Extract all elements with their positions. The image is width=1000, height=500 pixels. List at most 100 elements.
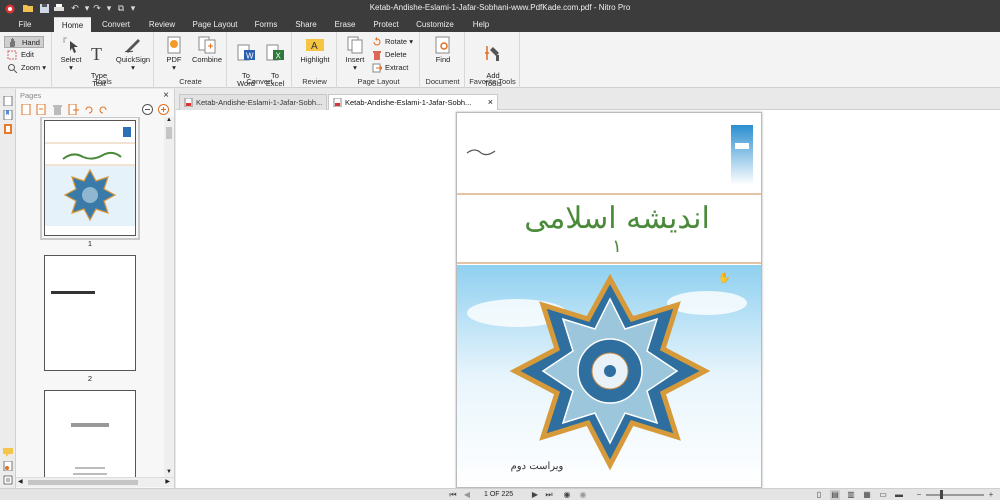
first-page-icon[interactable]: ⏮ bbox=[448, 490, 458, 500]
title-bar: ↶ ▾ ↷ ▾ ⧉ ▾ Ketab-Andishe-Eslami-1-Jafar… bbox=[0, 0, 1000, 17]
extract-button[interactable]: Extract bbox=[371, 62, 408, 74]
close-icon[interactable]: × bbox=[163, 90, 169, 101]
scrollbar-thumb[interactable] bbox=[166, 127, 172, 139]
zoom-out-icon[interactable]: − bbox=[914, 490, 924, 500]
convert-group: W To Word X To Excel Convert bbox=[228, 32, 292, 88]
signatures-icon[interactable] bbox=[3, 461, 13, 471]
previous-page-icon[interactable]: ◀ bbox=[462, 490, 472, 500]
cover-thumbnail-image bbox=[45, 121, 135, 235]
scroll-up-icon[interactable]: ▲ bbox=[164, 117, 174, 125]
hand-icon bbox=[10, 38, 15, 47]
blank-page-thumbnail-image bbox=[45, 256, 135, 370]
zoom-out-icon[interactable] bbox=[142, 104, 153, 115]
hand-tool-button[interactable]: Hand bbox=[4, 36, 44, 48]
zoom-tool-button[interactable]: Zoom ▾ bbox=[4, 62, 49, 74]
select-button[interactable]: Select ▾ bbox=[57, 36, 85, 72]
tools-group-label: Tools bbox=[94, 77, 112, 86]
edit-label: Edit bbox=[21, 50, 34, 59]
hand-cursor-icon: ✋ bbox=[718, 273, 731, 284]
rotate-left-icon[interactable] bbox=[83, 104, 94, 115]
rotate-right-icon[interactable] bbox=[98, 104, 109, 115]
scroll-left-icon[interactable]: ◀ bbox=[18, 478, 23, 485]
status-bar: ⏮ ◀ 1 OF 225 ▶ ⏭ ◉ ◉ ▯ ▤ ▥ ▦ ▭ ▬ − + bbox=[0, 488, 1000, 500]
tab-page-layout[interactable]: Page Layout bbox=[186, 17, 244, 32]
create-group: PDF ▾ Combine Create bbox=[155, 32, 227, 88]
highlight-button[interactable]: A Highlight bbox=[295, 36, 335, 64]
thumbnails-horizontal-scrollbar[interactable]: ◀ ▶ bbox=[16, 477, 174, 487]
page-thumbnail-2[interactable] bbox=[44, 255, 136, 371]
scroll-down-icon[interactable]: ▼ bbox=[164, 469, 174, 477]
book-cover-image bbox=[457, 113, 761, 487]
document-view[interactable]: اندیشه اسلامی ۱ ویراست دوم ✋ bbox=[176, 110, 1000, 488]
create-pdf-button[interactable]: PDF ▾ bbox=[161, 36, 187, 72]
document-tab-1[interactable]: Ketab-Andishe-Eslami-1-Jafar-Sobh... bbox=[179, 94, 327, 110]
insert-page-before-icon[interactable] bbox=[21, 104, 32, 115]
scrollbar-thumb[interactable] bbox=[28, 480, 138, 485]
single-page-view-icon[interactable]: ▯ bbox=[814, 490, 824, 500]
zoom-slider[interactable] bbox=[926, 490, 984, 499]
insert-page-after-icon[interactable] bbox=[36, 104, 47, 115]
extract-page-icon[interactable] bbox=[68, 104, 79, 115]
continuous-view-icon[interactable]: ▤ bbox=[830, 490, 840, 500]
facing-view-icon[interactable]: ▥ bbox=[846, 490, 856, 500]
thumbnails-vertical-scrollbar[interactable]: ▲ ▼ bbox=[164, 117, 174, 477]
next-view-icon[interactable]: ◉ bbox=[578, 490, 588, 500]
pages-panel-icon[interactable] bbox=[3, 96, 13, 106]
add-tools-icon bbox=[485, 46, 499, 61]
find-button[interactable]: Find bbox=[427, 36, 459, 64]
tab-protect[interactable]: Protect bbox=[366, 17, 406, 32]
quicksign-label: QuickSign bbox=[115, 55, 151, 64]
attachments-icon[interactable] bbox=[3, 124, 13, 134]
word-icon: W bbox=[237, 44, 255, 61]
close-tab-icon[interactable]: × bbox=[488, 95, 493, 110]
bookmarks-icon[interactable] bbox=[3, 110, 13, 120]
delete-button[interactable]: Delete bbox=[371, 49, 407, 61]
favorite-tools-group: Add Tools Favorite Tools bbox=[466, 32, 520, 88]
pdf-page[interactable]: اندیشه اسلامی ۱ ویراست دوم bbox=[456, 112, 762, 488]
page-thumbnail-3[interactable] bbox=[44, 390, 136, 477]
tab-customize[interactable]: Customize bbox=[410, 17, 460, 32]
quicksign-button[interactable]: QuickSign ▾ bbox=[113, 36, 153, 72]
page-number-label: 2 bbox=[87, 374, 93, 383]
document-tab-label: Ketab-Andishe-Eslami-1-Jafar-Sobh... bbox=[196, 98, 323, 107]
extract-label: Extract bbox=[385, 63, 409, 72]
tab-review[interactable]: Review bbox=[142, 17, 182, 32]
fit-width-icon[interactable]: ▬ bbox=[894, 490, 904, 500]
zoom-in-icon[interactable] bbox=[158, 104, 169, 115]
next-page-icon[interactable]: ▶ bbox=[530, 490, 540, 500]
layers-icon[interactable] bbox=[3, 475, 13, 485]
review-group: A Highlight Review bbox=[293, 32, 337, 88]
tab-home[interactable]: Home bbox=[54, 17, 91, 32]
find-label: Find bbox=[435, 55, 451, 64]
tab-convert[interactable]: Convert bbox=[94, 17, 138, 32]
extract-icon bbox=[372, 63, 382, 73]
fit-page-icon[interactable]: ▭ bbox=[878, 490, 888, 500]
menu-file[interactable]: File bbox=[4, 17, 46, 32]
page-layout-group-label: Page Layout bbox=[357, 77, 400, 86]
svg-text:A: A bbox=[311, 41, 318, 52]
previous-view-icon[interactable]: ◉ bbox=[562, 490, 572, 500]
zoom-slider-handle[interactable] bbox=[940, 490, 943, 499]
insert-button[interactable]: Insert ▾ bbox=[340, 36, 370, 72]
tab-share[interactable]: Share bbox=[288, 17, 324, 32]
last-page-icon[interactable]: ⏭ bbox=[544, 490, 554, 500]
document-group: Find Document bbox=[421, 32, 465, 88]
document-group-label: Document bbox=[425, 77, 460, 86]
scroll-right-icon[interactable]: ▶ bbox=[165, 478, 170, 485]
continuous-facing-view-icon[interactable]: ▦ bbox=[862, 490, 872, 500]
rotate-button[interactable]: Rotate ▾ bbox=[371, 36, 413, 48]
tab-forms[interactable]: Forms bbox=[248, 17, 284, 32]
page-thumbnail-1[interactable] bbox=[40, 117, 140, 240]
zoom-in-icon[interactable]: + bbox=[986, 490, 996, 500]
edit-tool-button[interactable]: Edit bbox=[4, 49, 37, 61]
comments-icon[interactable] bbox=[3, 447, 13, 457]
tab-erase[interactable]: Erase bbox=[328, 17, 362, 32]
menu-bar: File Home Convert Review Page Layout For… bbox=[0, 17, 1000, 32]
svg-text:X: X bbox=[276, 52, 282, 61]
combine-button[interactable]: Combine bbox=[189, 36, 225, 64]
tab-help[interactable]: Help bbox=[464, 17, 498, 32]
document-tab-2[interactable]: Ketab-Andishe-Eslami-1-Jafar-Sobh... × bbox=[328, 94, 498, 110]
page-indicator[interactable]: 1 OF 225 bbox=[484, 489, 513, 500]
cover-number: ۱ bbox=[612, 236, 622, 257]
delete-page-icon[interactable] bbox=[52, 104, 63, 115]
